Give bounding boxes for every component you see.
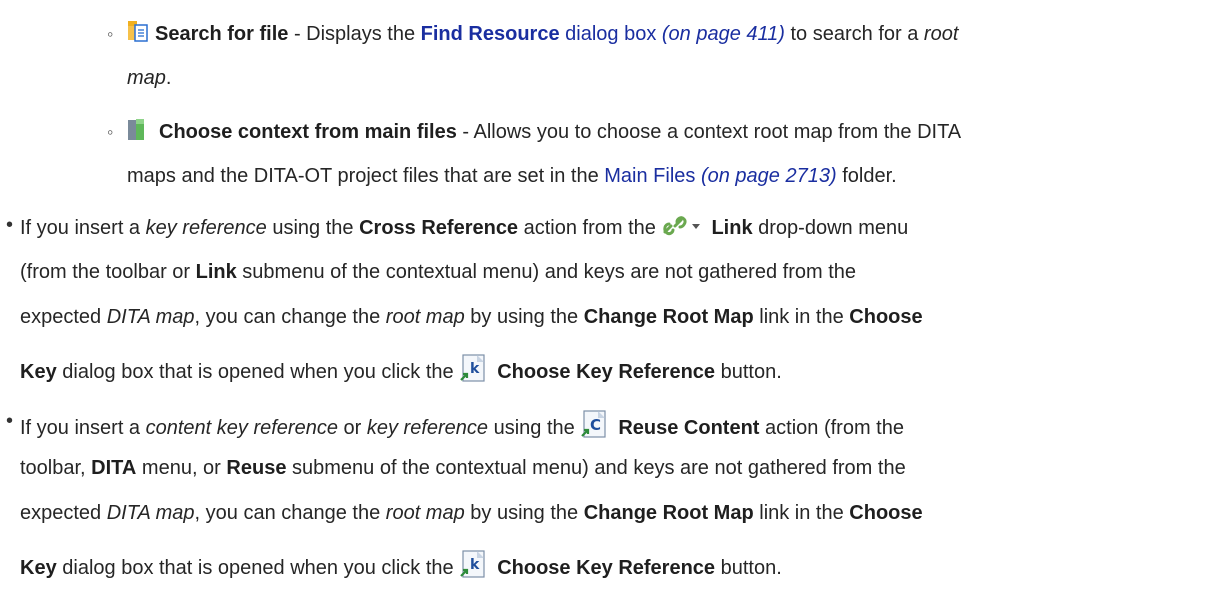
svg-text:k: k [470, 361, 480, 377]
text: submenu of the contextual menu) and keys… [236, 261, 857, 283]
link-icon [661, 214, 689, 244]
bullet: • [6, 214, 14, 236]
dropdown-arrow-icon [691, 214, 701, 244]
list-item-search-for-file: Search for file - Displays the Find Reso… [127, 20, 958, 50]
paragraph-line: (from the toolbar or Link submenu of the… [20, 260, 856, 284]
text: (from the toolbar or [20, 261, 196, 283]
text: dialog box that is opened when you click… [56, 557, 460, 579]
text-bold: Cross Reference [359, 217, 519, 239]
text-italic: root map [385, 502, 465, 524]
list-item-choose-context: Choose context from main files - Allows … [127, 118, 961, 148]
text-bold: Link [711, 217, 753, 239]
text: by using the [464, 502, 584, 524]
paragraph-line: Key dialog box that is opened when you c… [20, 550, 782, 586]
text-bold: Reuse Content [618, 417, 760, 439]
text: by using the [464, 306, 584, 328]
text-bold: Link [195, 261, 237, 283]
page-ref-link[interactable]: (on page 2713) [701, 165, 837, 187]
choose-key-reference-icon: k [459, 354, 487, 390]
text-bold: Choose [849, 502, 923, 524]
text: submenu of the contextual menu) and keys… [286, 457, 906, 479]
text: using the [266, 217, 360, 239]
list-item-continuation: map. [127, 66, 171, 90]
text: If you insert a [20, 417, 146, 439]
text: link in the [753, 502, 850, 524]
paragraph-line: expected DITA map, you can change the ro… [20, 305, 923, 329]
text: action from the [518, 217, 662, 239]
text: , you can change the [194, 502, 386, 524]
paragraph-line: If you insert a content key reference or… [20, 410, 904, 446]
paragraph-line: expected DITA map, you can change the ro… [20, 501, 923, 525]
text: - Allows you to choose a context root ma… [456, 121, 962, 143]
text-bold: DITA [91, 457, 137, 479]
dialog-box-link[interactable]: dialog box [560, 23, 662, 45]
text: expected [20, 306, 107, 328]
svg-text:C: C [590, 416, 601, 434]
text: button. [715, 361, 782, 383]
choose-key-reference-icon: k [459, 550, 487, 586]
text-bold: Change Root Map [583, 502, 754, 524]
list-item-continuation: maps and the DITA-OT project files that … [127, 164, 897, 188]
main-files-link[interactable]: Main Files [604, 165, 695, 187]
text: toolbar, [20, 457, 92, 479]
text: dialog box that is opened when you click… [56, 361, 460, 383]
text: button. [715, 557, 782, 579]
text: to search for a [784, 23, 924, 45]
text-bold: Choose Key Reference [497, 361, 716, 383]
text-bold: Choose Key Reference [497, 557, 716, 579]
search-for-file-icon [127, 20, 149, 50]
reuse-content-icon: C [580, 410, 608, 446]
text: folder. [836, 165, 897, 187]
text-italic: content key reference [145, 417, 338, 439]
text: drop-down menu [752, 217, 909, 239]
choose-context-icon [127, 118, 145, 148]
text-italic: root map [385, 306, 465, 328]
text-italic: map [127, 67, 166, 89]
text-italic: DITA map [106, 502, 195, 524]
text: . [165, 67, 172, 89]
paragraph-line: Key dialog box that is opened when you c… [20, 354, 782, 390]
text-italic: DITA map [106, 306, 195, 328]
text-bold: Key [20, 557, 57, 579]
bullet: • [6, 410, 14, 432]
paragraph-line: toolbar, DITA menu, or Reuse submenu of … [20, 456, 906, 480]
item-title: Search for file [155, 23, 289, 45]
svg-text:k: k [470, 557, 480, 573]
paragraph-line: If you insert a key reference using the … [20, 214, 908, 244]
text-bold: Key [20, 361, 57, 383]
text: action (from the [759, 417, 904, 439]
text: , you can change the [194, 306, 386, 328]
text: - Displays the [288, 23, 421, 45]
text-italic: key reference [366, 417, 489, 439]
text: menu, or [136, 457, 227, 479]
sub-bullet: ◦ [107, 24, 114, 44]
text: If you insert a [20, 217, 146, 239]
item-title: Choose context from main files [159, 121, 457, 143]
text: using the [488, 417, 581, 439]
sub-bullet: ◦ [107, 122, 114, 142]
text: maps and the DITA-OT project files that … [127, 165, 605, 187]
text-bold: Choose [849, 306, 923, 328]
find-resource-link[interactable]: Find Resource [421, 23, 560, 45]
text-italic: root [923, 23, 959, 45]
text: link in the [753, 306, 850, 328]
text: or [337, 417, 367, 439]
text-bold: Reuse [226, 457, 287, 479]
page-ref-link[interactable]: (on page 411) [662, 23, 785, 45]
text-italic: key reference [145, 217, 267, 239]
text: expected [20, 502, 107, 524]
text-bold: Change Root Map [583, 306, 754, 328]
